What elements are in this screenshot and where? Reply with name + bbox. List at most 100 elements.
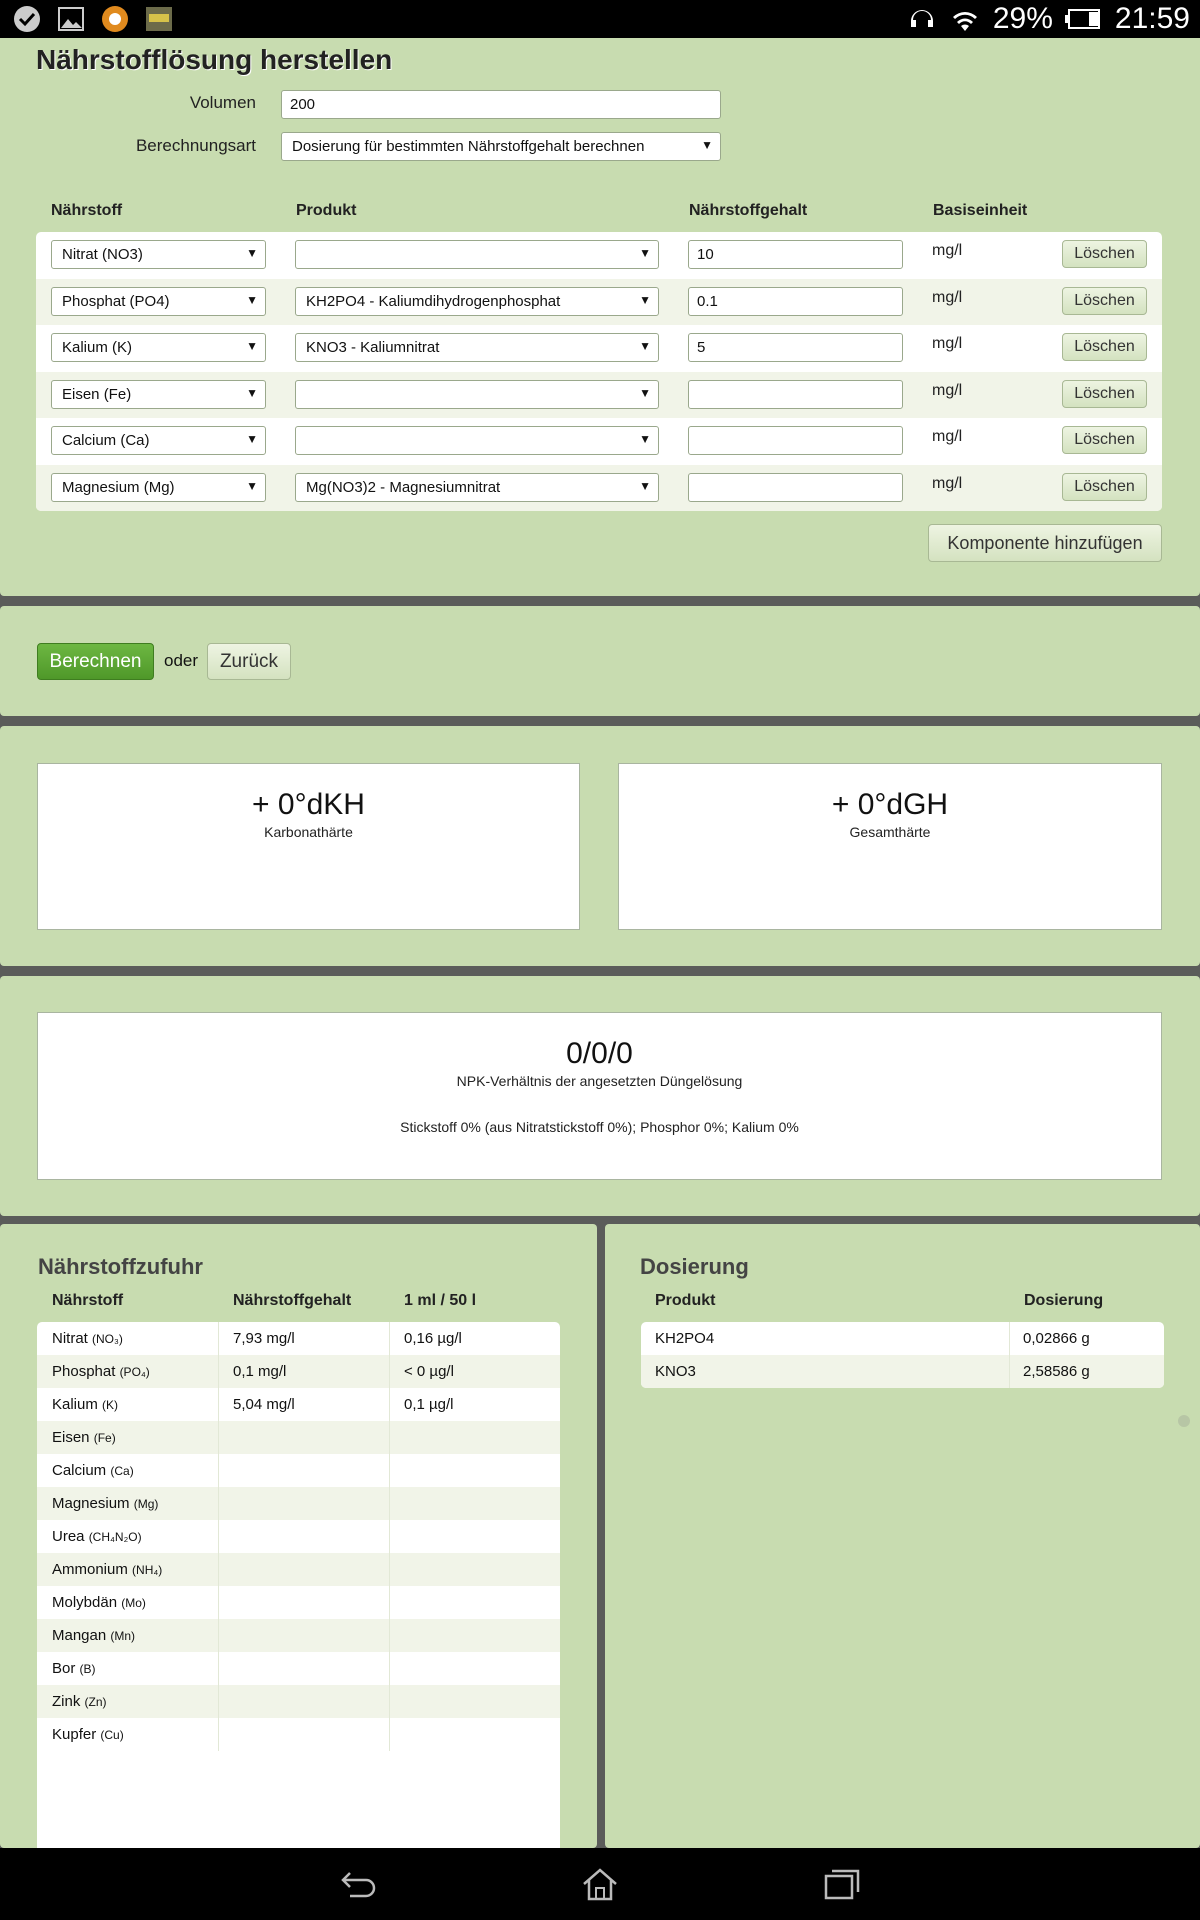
table-row: Bor (B) xyxy=(37,1652,560,1685)
dosing-header-amount: Dosierung xyxy=(1024,1292,1104,1309)
form-panel: Nährstofflösung herstellen Volumen 200 B… xyxy=(0,38,1200,596)
delete-button[interactable]: Löschen xyxy=(1062,426,1147,454)
content-input[interactable]: 5 xyxy=(688,333,903,362)
calc-type-label: Berechnungsart xyxy=(135,136,256,155)
table-row: Calcium (Ca) ▼ ▼ mg/l Löschen xyxy=(36,418,1162,465)
product-select[interactable]: ▼ xyxy=(295,426,659,455)
calc-type-select[interactable]: Dosierung für bestimmten Nährstoffgehalt… xyxy=(281,132,721,161)
chevron-down-icon: ▼ xyxy=(246,246,258,260)
chevron-down-icon: ▼ xyxy=(246,292,258,307)
table-row: Eisen (Fe) ▼ ▼ mg/l Löschen xyxy=(36,371,1162,418)
delete-button[interactable]: Löschen xyxy=(1062,379,1147,408)
home-icon[interactable] xyxy=(580,1866,620,1902)
gh-card: + 0°dGH Gesamthärte xyxy=(618,763,1162,930)
battery-percent: 29% xyxy=(992,2,1053,35)
delete-button[interactable]: Löschen xyxy=(1062,333,1147,361)
product-select[interactable]: ▼ xyxy=(295,240,659,269)
navigation-bar xyxy=(0,1848,1200,1920)
table-row: KNO3 2,58586 g xyxy=(641,1355,1164,1388)
gh-label: Gesamthärte xyxy=(849,824,931,840)
table-row: Kalium (K) ▼ KNO3 - Kaliumnitrat ▼ 5 mg/l … xyxy=(36,325,1162,372)
product-select[interactable]: Mg(NO3)2 - Magnesiumnitrat ▼ xyxy=(295,472,659,502)
table-row: Eisen (Fe) xyxy=(37,1421,560,1454)
check-icon xyxy=(14,6,40,32)
actions-panel: Berechnen oder Zurück xyxy=(0,606,1200,716)
back-button[interactable]: Zurück xyxy=(207,643,291,680)
chevron-down-icon: ▼ xyxy=(639,385,651,400)
clock: 21:59 xyxy=(1114,2,1190,35)
nutrient-select[interactable]: Nitrat (NO3) ▼ xyxy=(51,240,266,269)
npk-card: 0/0/0 NPK-Verhältnis der angesetzten Dün… xyxy=(37,1012,1162,1180)
volume-label: Volumen xyxy=(189,93,256,112)
chevron-down-icon: ▼ xyxy=(639,478,651,493)
table-row: Magnesium (Mg) xyxy=(37,1487,560,1520)
headset-icon xyxy=(910,10,933,27)
nutrient-select[interactable]: Magnesium (Mg) ▼ xyxy=(51,472,266,502)
add-component-button[interactable]: Komponente hinzufügen xyxy=(928,524,1162,562)
dosing-table: KH2PO4 0,02866 g KNO3 2,58586 g xyxy=(641,1322,1164,1388)
content-input[interactable]: 0.1 xyxy=(688,286,903,316)
kh-value: + 0°dKH xyxy=(252,788,365,821)
product-select[interactable]: KH2PO4 - Kaliumdihydrogenphosphat ▼ xyxy=(295,286,659,316)
scroll-indicator-icon xyxy=(1178,1415,1190,1427)
or-label: oder xyxy=(164,651,199,670)
calculate-button[interactable]: Berechnen xyxy=(37,643,154,680)
dosing-title: Dosierung xyxy=(640,1254,749,1279)
nutrient-select[interactable]: Calcium (Ca) ▼ xyxy=(51,426,266,455)
delete-button[interactable]: Löschen xyxy=(1062,286,1147,315)
table-row: KH2PO4 0,02866 g xyxy=(641,1322,1164,1355)
chevron-down-icon: ▼ xyxy=(639,432,651,446)
col-header-nutrient: Nährstoff xyxy=(51,202,123,219)
table-row: Urea (CH₄N₂O) xyxy=(37,1520,560,1553)
npk-label: NPK-Verhältnis der angesetzten Düngelösu… xyxy=(456,1073,743,1089)
volume-input[interactable]: 200 xyxy=(281,90,721,119)
unit-label: mg/l xyxy=(932,242,963,259)
status-bar: 29% 21:59 xyxy=(0,0,1200,38)
nutrient-select[interactable]: Eisen (Fe) ▼ xyxy=(51,379,266,409)
supply-header-per: 1 ml / 50 l xyxy=(404,1292,477,1309)
supply-table: Nitrat (NO₃) 7,93 mg/l 0,16 µg/l Phosphat … xyxy=(37,1322,560,1848)
content-input[interactable]: 10 xyxy=(688,240,903,269)
unit-label: mg/l xyxy=(932,335,963,352)
back-icon[interactable] xyxy=(338,1866,378,1902)
npk-value: 0/0/0 xyxy=(566,1037,633,1070)
hardness-panel: + 0°dKH Karbonathärte + 0°dGH Gesamthärt… xyxy=(0,726,1200,966)
chevron-down-icon: ▼ xyxy=(246,478,258,493)
table-row: Phosphat (PO₄) 0,1 mg/l < 0 µg/l xyxy=(37,1355,560,1388)
unit-label: mg/l xyxy=(932,474,963,492)
table-row: Calcium (Ca) xyxy=(37,1454,560,1487)
content-input[interactable] xyxy=(688,472,903,502)
product-select[interactable]: KNO3 - Kaliumnitrat ▼ xyxy=(295,333,659,362)
product-select[interactable]: ▼ xyxy=(295,379,659,409)
nutrient-select[interactable]: Kalium (K) ▼ xyxy=(51,333,266,362)
dosing-panel: Dosierung Produkt Dosierung KH2PO4 0,0286… xyxy=(605,1224,1200,1848)
delete-button[interactable]: Löschen xyxy=(1062,472,1147,501)
page-title: Nährstofflösung herstellen xyxy=(36,44,393,75)
supply-header-nutrient: Nährstoff xyxy=(52,1292,124,1309)
chevron-down-icon: ▼ xyxy=(246,432,258,446)
col-header-unit: Basiseinheit xyxy=(933,202,1028,219)
table-row: Zink (Zn) xyxy=(37,1685,560,1718)
col-header-product: Produkt xyxy=(296,202,357,219)
col-header-content: Nährstoffgehalt xyxy=(689,202,808,219)
chevron-down-icon: ▼ xyxy=(246,385,258,400)
table-row: Magnesium (Mg) ▼ Mg(NO3)2 - Magnesiumnitr… xyxy=(36,464,1162,511)
chevron-down-icon: ▼ xyxy=(639,292,651,307)
content-input[interactable] xyxy=(688,379,903,409)
chevron-down-icon: ▼ xyxy=(701,138,713,152)
delete-button[interactable]: Löschen xyxy=(1062,240,1147,268)
supply-header-content: Nährstoffgehalt xyxy=(233,1292,352,1309)
table-row: Ammonium (NH₄) xyxy=(37,1553,560,1586)
unit-label: mg/l xyxy=(932,288,963,306)
calc-type-value: Dosierung für bestimmten Nährstoffgehalt… xyxy=(292,138,645,155)
recent-apps-icon[interactable] xyxy=(822,1866,862,1902)
nutrient-select[interactable]: Phosphat (PO4) ▼ xyxy=(51,286,266,316)
content-input[interactable] xyxy=(688,426,903,455)
battery-icon xyxy=(1064,9,1100,29)
table-row: Nitrat (NO₃) 7,93 mg/l 0,16 µg/l xyxy=(37,1322,560,1355)
table-row: Nitrat (NO3) ▼ ▼ 10 mg/l Löschen xyxy=(36,232,1162,279)
supply-title: Nährstoffzufuhr xyxy=(38,1254,203,1279)
unit-label: mg/l xyxy=(932,381,963,399)
table-row: Phosphat (PO4) ▼ KH2PO4 - Kaliumdihydroge… xyxy=(36,278,1162,325)
table-row: Kalium (K) 5,04 mg/l 0,1 µg/l xyxy=(37,1388,560,1421)
